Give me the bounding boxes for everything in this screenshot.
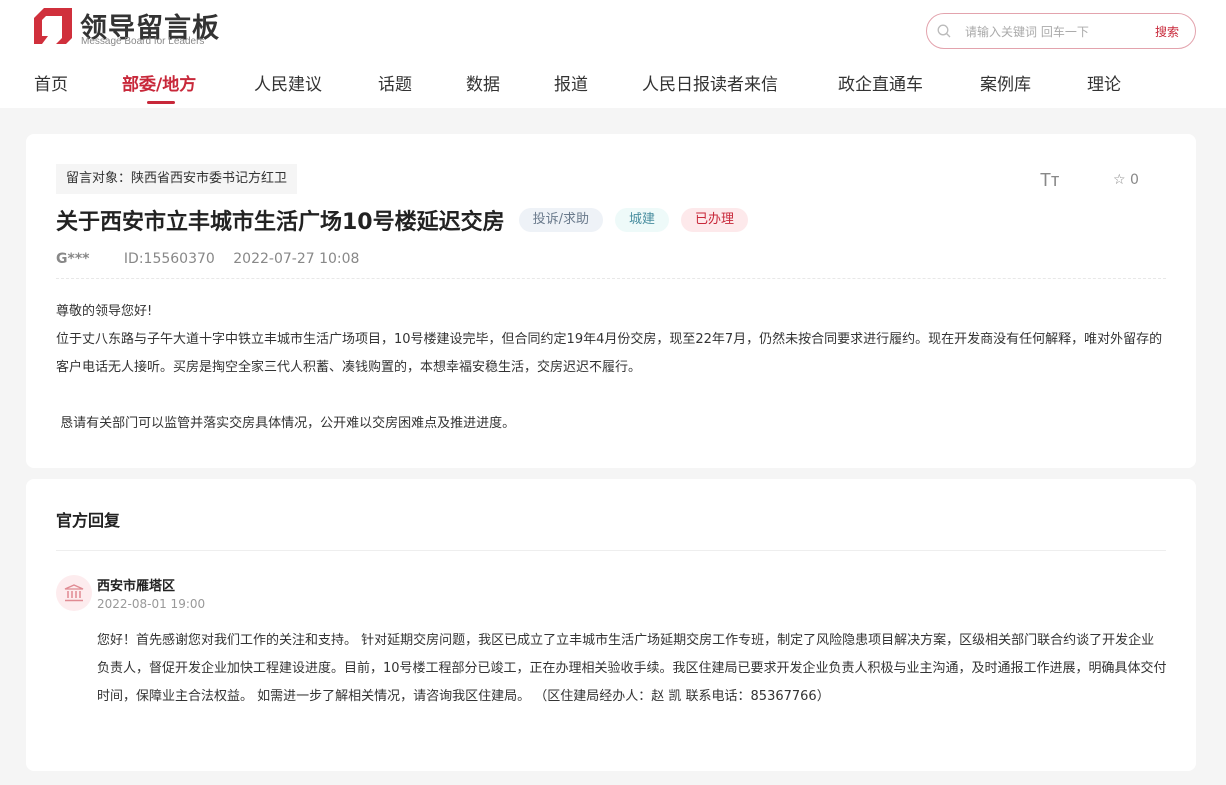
message-user: G*** [56,251,90,267]
message-paragraph [56,382,1168,410]
nav-reports[interactable]: 报道 [554,70,588,95]
official-reply-card: 官方回复 西安市雁塔区 2022-08-01 19:00 您好！首先感谢您对我们… [26,479,1196,771]
message-id: ID:15560370 [123,251,215,267]
favorite-button[interactable]: ☆ 0 [1113,172,1139,188]
reply-org: 西安市雁塔区 [97,579,176,594]
reply-section-title: 官方回复 [56,511,121,530]
search-box: 搜索 [926,13,1196,49]
message-body: 尊敬的领导您好! 位于丈八东路与子午大道十字中铁立丰城市生活广场项目，10号楼建… [56,298,1168,438]
search-button[interactable]: 搜索 [1155,23,1179,40]
nav-ministries-local[interactable]: 部委/地方 [122,70,196,95]
nav-topics[interactable]: 话题 [378,70,412,95]
logo-mark-icon [34,8,72,44]
tag-type: 投诉/求助 [518,208,604,232]
reply-content: 您好！首先感谢您对我们工作的关注和支持。 针对延期交房问题，我区已成立了立丰城市… [97,633,1167,704]
message-title: 关于西安市立丰城市生活广场10号楼延迟交房 [56,210,505,235]
nav-gov-business[interactable]: 政企直通车 [838,70,923,95]
divider [56,278,1166,279]
status-badge: 已办理 [681,208,749,232]
active-nav-indicator [147,101,175,104]
search-input[interactable] [965,22,1135,42]
nav-reader-letters[interactable]: 人民日报读者来信 [642,70,778,95]
nav-home[interactable]: 首页 [34,70,68,95]
nav-suggestions[interactable]: 人民建议 [254,70,322,95]
message-target: 留言对象：陕西省西安市委书记方红卫 [56,164,298,194]
message-time: 2022-07-27 10:08 [233,251,360,267]
message-meta: G*** ID:15560370 2022-07-27 10:08 [56,251,387,267]
tag-category: 城建 [615,208,670,232]
header: 领导留言板 Message Board for Leaders 搜索 首页 部委… [0,0,1226,108]
divider [56,550,1166,551]
message-paragraph: 尊敬的领导您好! [56,304,153,319]
message-paragraph: 位于丈八东路与子午大道十字中铁立丰城市生活广场项目，10号楼建设完毕，但合同约定… [56,332,1163,375]
government-building-icon [64,584,84,602]
reply-time: 2022-08-01 19:00 [97,597,206,611]
logo-subtitle: Message Board for Leaders [81,36,205,47]
logo[interactable]: 领导留言板 Message Board for Leaders [34,8,219,48]
font-size-icon[interactable]: Tт [1040,170,1059,191]
star-icon: ☆ [1113,172,1126,188]
search-icon [937,24,951,38]
title-row: 关于西安市立丰城市生活广场10号楼延迟交房 投诉/求助 城建 已办理 [56,204,760,236]
nav-theory[interactable]: 理论 [1087,70,1121,95]
nav-cases[interactable]: 案例库 [980,70,1031,95]
nav-data[interactable]: 数据 [466,70,500,95]
message-card: 留言对象：陕西省西安市委书记方红卫 Tт ☆ 0 关于西安市立丰城市生活广场10… [26,134,1196,468]
message-paragraph: 恳请有关部门可以监管并落实交房具体情况，公开难以交房困难点及推进进度。 [56,416,516,431]
favorite-count: 0 [1130,172,1139,188]
avatar [56,575,92,611]
